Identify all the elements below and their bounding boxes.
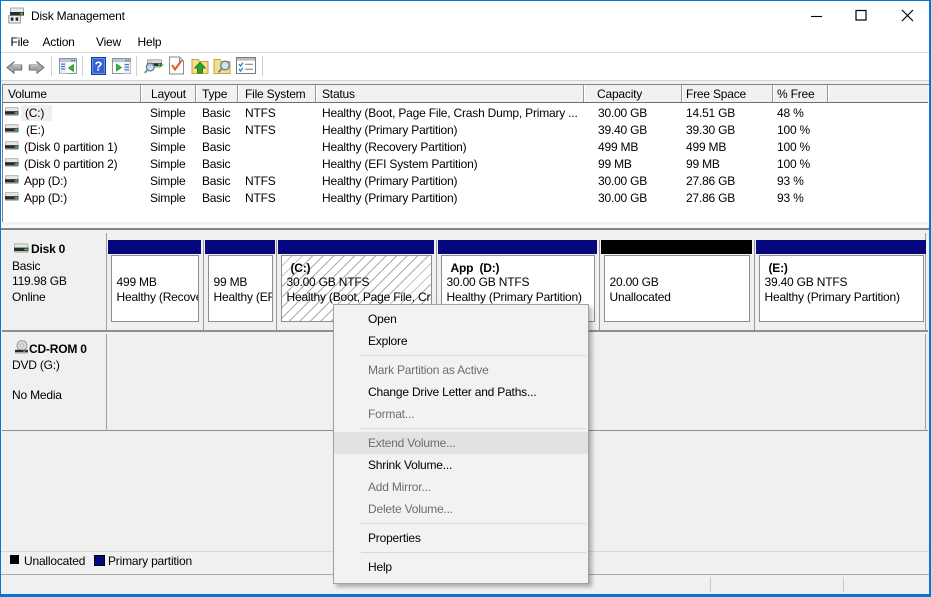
svg-text:?: ? [95, 59, 103, 74]
